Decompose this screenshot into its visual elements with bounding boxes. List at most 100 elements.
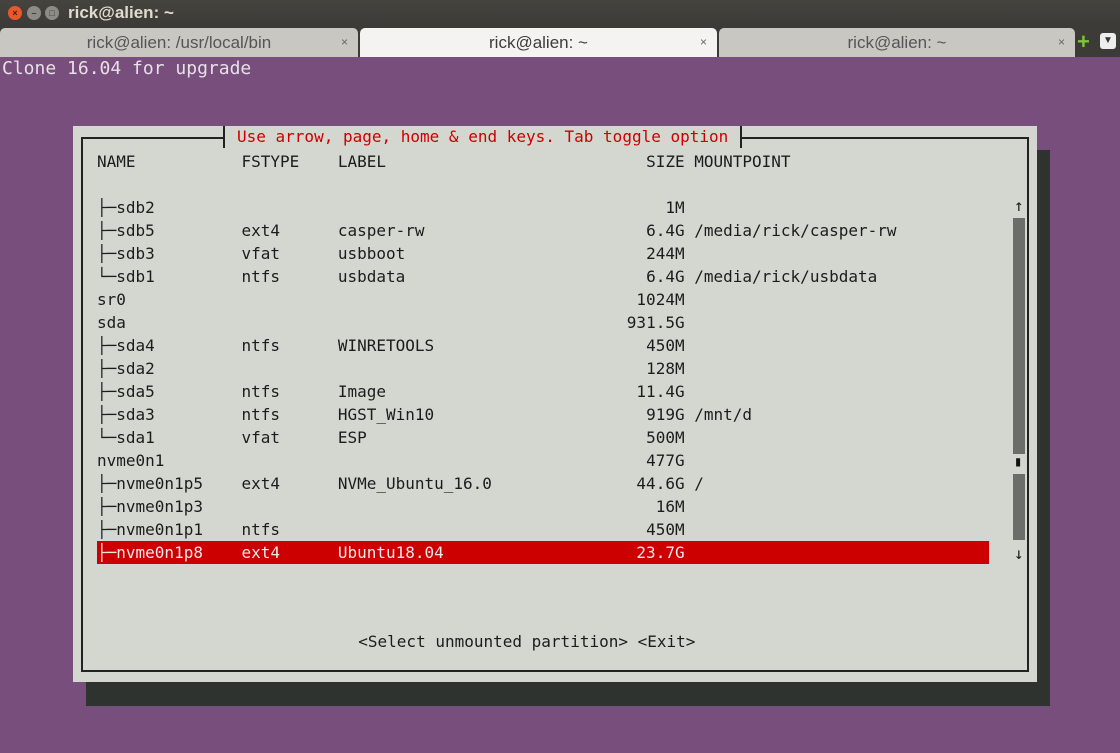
cell-mountpoint — [685, 380, 695, 403]
header-fstype: FSTYPE — [241, 150, 337, 173]
table-header: NAME FSTYPE LABEL SIZE MOUNTPOINT — [97, 150, 791, 173]
cell-fstype: ntfs — [241, 380, 337, 403]
cell-mountpoint — [685, 357, 695, 380]
cell-size: 6.4G — [588, 219, 684, 242]
cell-mountpoint — [685, 311, 695, 334]
cell-label — [338, 495, 588, 518]
cell-label: WINRETOOLS — [338, 334, 588, 357]
cell-label: NVMe_Ubuntu_16.0 — [338, 472, 588, 495]
close-window-button[interactable]: × — [8, 6, 22, 20]
cell-size: 244M — [588, 242, 684, 265]
cell-mountpoint — [685, 426, 695, 449]
cell-label: usbboot — [338, 242, 588, 265]
minimize-window-button[interactable]: – — [27, 6, 41, 20]
terminal-heading: Clone 16.04 for upgrade — [2, 57, 251, 80]
table-row[interactable]: ├─sda3ntfsHGST_Win10919G/mnt/d — [97, 403, 752, 426]
cell-size: 128M — [588, 357, 684, 380]
cell-label: casper-rw — [338, 219, 588, 242]
cell-name: ├─sda4 — [97, 334, 241, 357]
close-tab-icon[interactable]: × — [1058, 28, 1065, 57]
cell-size: 500M — [588, 426, 684, 449]
cell-mountpoint — [685, 196, 695, 219]
partition-dialog: Use arrow, page, home & end keys. Tab to… — [73, 126, 1037, 682]
scroll-up-arrow-icon[interactable]: ↑ — [1014, 196, 1024, 215]
header-label: LABEL — [338, 150, 588, 173]
cell-mountpoint — [685, 334, 695, 357]
tab-label: rick@alien: ~ — [489, 33, 588, 52]
table-row[interactable]: sr01024M — [97, 288, 694, 311]
table-row[interactable]: ├─sdb21M — [97, 196, 694, 219]
table-row[interactable]: ├─nvme0n1p5ext4NVMe_Ubuntu_16.044.6G/ — [97, 472, 704, 495]
table-row[interactable]: ├─sda4ntfsWINRETOOLS450M — [97, 334, 694, 357]
table-row[interactable]: ├─nvme0n1p1ntfs 450M — [97, 518, 694, 541]
scrollbar[interactable]: ▮ — [1013, 218, 1025, 540]
cell-fstype — [241, 495, 337, 518]
cell-name: ├─nvme0n1p1 — [97, 518, 241, 541]
table-row[interactable]: └─sda1vfatESP500M — [97, 426, 694, 449]
cell-fstype: ntfs — [241, 403, 337, 426]
cell-name: ├─nvme0n1p8 — [97, 541, 241, 564]
tab-bar: rick@alien: /usr/local/bin× rick@alien: … — [0, 28, 1120, 57]
cell-fstype: ext4 — [241, 472, 337, 495]
cell-fstype — [241, 288, 337, 311]
cell-fstype — [241, 196, 337, 219]
cell-label: usbdata — [338, 265, 588, 288]
table-row[interactable]: ├─nvme0n1p316M — [97, 495, 694, 518]
cell-name: sr0 — [97, 288, 241, 311]
cell-size: 450M — [588, 518, 684, 541]
header-size: SIZE — [588, 150, 684, 173]
exit-button[interactable]: <Exit> — [638, 632, 696, 651]
header-name: NAME — [97, 150, 241, 173]
cell-name: ├─sda3 — [97, 403, 241, 426]
tab-home-active[interactable]: rick@alien: ~ × — [360, 28, 717, 57]
cell-fstype: vfat — [241, 242, 337, 265]
table-row[interactable]: ├─sdb5ext4casper-rw6.4G/media/rick/caspe… — [97, 219, 897, 242]
cell-name: ├─sdb5 — [97, 219, 241, 242]
cell-mountpoint: /media/rick/usbdata — [685, 265, 878, 288]
table-row[interactable]: ├─sdb3vfatusbboot244M — [97, 242, 694, 265]
table-row[interactable]: ├─sda2128M — [97, 357, 694, 380]
cell-mountpoint — [685, 495, 695, 518]
scroll-thumb[interactable]: ▮ — [1014, 454, 1022, 470]
tab-menu-chevron-down-icon[interactable]: ▼ — [1100, 33, 1116, 49]
close-tab-icon[interactable]: × — [700, 28, 707, 57]
window-title: rick@alien: ~ — [68, 3, 174, 23]
table-row[interactable]: ├─sda5ntfsImage11.4G — [97, 380, 694, 403]
scroll-down-arrow-icon[interactable]: ↓ — [1014, 544, 1024, 563]
tab-usr-local-bin[interactable]: rick@alien: /usr/local/bin× — [0, 28, 358, 57]
tab-home[interactable]: rick@alien: ~ × — [719, 28, 1075, 57]
table-row[interactable]: └─sdb1ntfsusbdata6.4G/media/rick/usbdata — [97, 265, 877, 288]
tab-label: rick@alien: ~ — [848, 33, 947, 52]
cell-size: 919G — [588, 403, 684, 426]
new-tab-plus-icon[interactable]: + — [1077, 29, 1090, 55]
cell-size: 6.4G — [588, 265, 684, 288]
cell-name: └─sda1 — [97, 426, 241, 449]
cell-label — [338, 311, 588, 334]
cell-fstype: ext4 — [241, 219, 337, 242]
cell-fstype — [241, 449, 337, 472]
table-row-selected[interactable]: ├─nvme0n1p8ext4Ubuntu18.0423.7G — [97, 541, 989, 564]
cell-fstype — [241, 311, 337, 334]
cell-name: ├─sdb2 — [97, 196, 241, 219]
cell-label — [338, 288, 588, 311]
cell-fstype: ntfs — [241, 334, 337, 357]
close-tab-icon[interactable]: × — [341, 28, 348, 57]
cell-mountpoint — [685, 242, 695, 265]
cell-size: 931.5G — [588, 311, 684, 334]
cell-name: ├─sda5 — [97, 380, 241, 403]
cell-mountpoint — [685, 518, 695, 541]
cell-name: ├─nvme0n1p5 — [97, 472, 241, 495]
cell-size: 11.4G — [588, 380, 684, 403]
cell-fstype: ntfs — [241, 518, 337, 541]
table-row[interactable]: sda931.5G — [97, 311, 694, 334]
title-bar: × – □ rick@alien: ~ — [0, 0, 1120, 28]
dialog-buttons: <Select unmounted partition> <Exit> — [339, 613, 695, 670]
cell-label: Image — [338, 380, 588, 403]
maximize-window-button[interactable]: □ — [45, 6, 59, 20]
cell-label: ESP — [338, 426, 588, 449]
cell-mountpoint: /mnt/d — [685, 403, 752, 426]
table-row[interactable]: nvme0n1477G — [97, 449, 694, 472]
dialog-title: Use arrow, page, home & end keys. Tab to… — [223, 126, 742, 148]
select-unmounted-partition-button[interactable]: <Select unmounted partition> — [358, 632, 628, 651]
cell-name: ├─nvme0n1p3 — [97, 495, 241, 518]
